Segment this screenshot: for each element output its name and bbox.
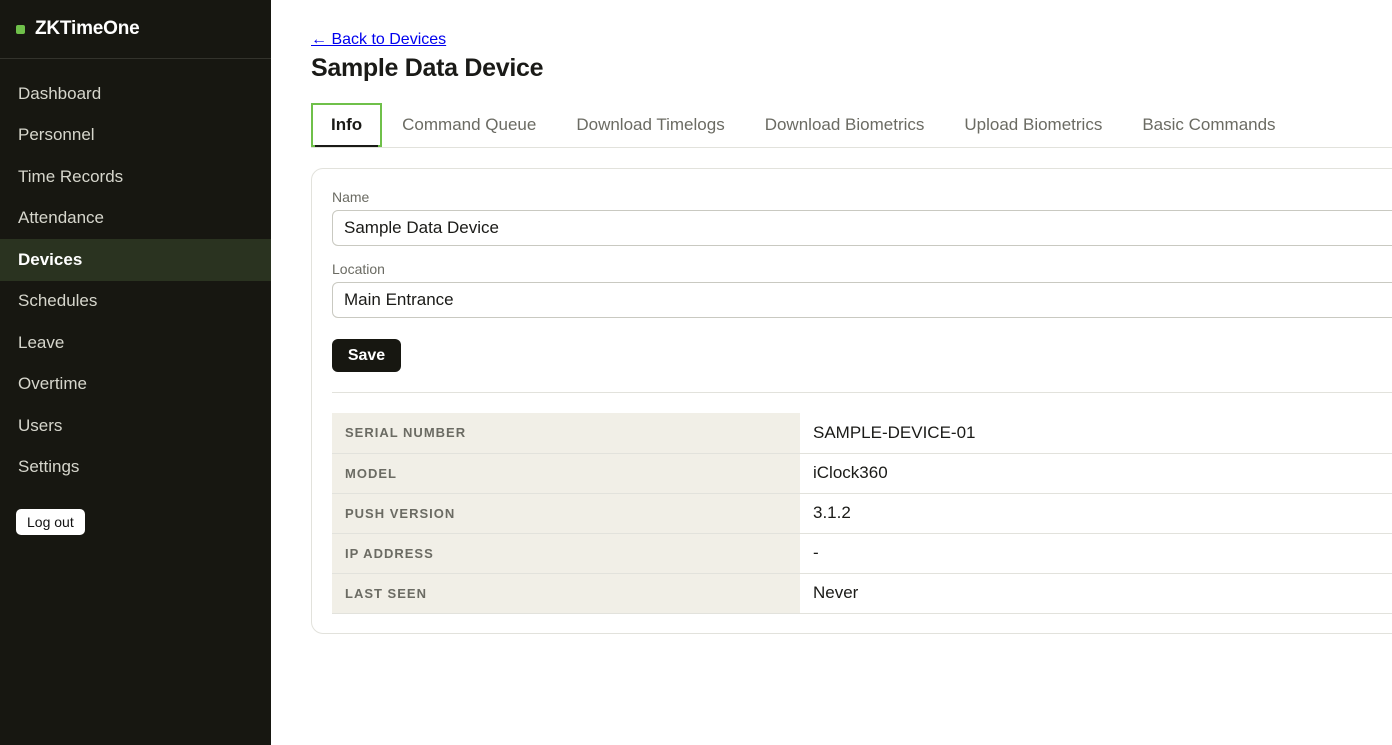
tab-info[interactable]: Info <box>311 103 383 147</box>
detail-key-ip-address: IP ADDRESS <box>332 533 800 574</box>
sidebar: ZKTimeOne Dashboard Personnel Time Recor… <box>0 0 271 745</box>
name-field-label: Name <box>332 189 370 205</box>
tab-basic-commands[interactable]: Basic Commands <box>1122 103 1295 147</box>
sidebar-item-attendance[interactable]: Attendance <box>0 198 271 240</box>
tab-download-biometrics[interactable]: Download Biometrics <box>745 103 945 147</box>
save-button[interactable]: Save <box>332 339 401 372</box>
tab-command-queue[interactable]: Command Queue <box>382 103 556 147</box>
brand-name: ZKTimeOne <box>35 18 140 39</box>
sidebar-item-overtime[interactable]: Overtime <box>0 364 271 406</box>
sidebar-item-time-records[interactable]: Time Records <box>0 156 271 198</box>
divider <box>332 392 1392 393</box>
back-to-devices-link[interactable]: ← Back to Devices <box>311 31 446 49</box>
brand: ZKTimeOne <box>0 0 271 59</box>
detail-value-ip-address: - <box>800 533 1392 574</box>
sidebar-item-settings[interactable]: Settings <box>0 447 271 489</box>
detail-value-model: iClock360 <box>800 453 1392 494</box>
detail-value-push-version: 3.1.2 <box>800 493 1392 534</box>
name-field[interactable] <box>332 210 1392 246</box>
detail-value-serial-number: SAMPLE-DEVICE-01 <box>800 413 1392 454</box>
app-root: ZKTimeOne Dashboard Personnel Time Recor… <box>0 0 1392 745</box>
table-row: LAST SEEN Never <box>332 573 1392 614</box>
detail-key-push-version: PUSH VERSION <box>332 493 800 534</box>
table-row: IP ADDRESS - <box>332 533 1392 574</box>
sidebar-item-dashboard[interactable]: Dashboard <box>0 73 271 115</box>
main-content: ← Back to Devices Sample Data Device Inf… <box>271 0 1392 745</box>
brand-dot-icon <box>16 24 25 34</box>
table-row: PUSH VERSION 3.1.2 <box>332 493 1392 534</box>
tab-download-timelogs[interactable]: Download Timelogs <box>556 103 744 147</box>
table-row: MODEL iClock360 <box>332 453 1392 494</box>
location-field[interactable] <box>332 282 1392 318</box>
device-details-table: SERIAL NUMBER SAMPLE-DEVICE-01 MODEL iCl… <box>332 413 1392 614</box>
detail-value-last-seen: Never <box>800 573 1392 614</box>
page-title: Sample Data Device <box>311 54 544 82</box>
sidebar-item-leave[interactable]: Leave <box>0 322 271 364</box>
sidebar-item-users[interactable]: Users <box>0 405 271 447</box>
sidebar-item-devices[interactable]: Devices <box>0 239 271 281</box>
tab-bar: Info Command Queue Download Timelogs Dow… <box>311 103 1392 148</box>
sidebar-item-personnel[interactable]: Personnel <box>0 115 271 157</box>
detail-key-last-seen: LAST SEEN <box>332 573 800 614</box>
tab-upload-biometrics[interactable]: Upload Biometrics <box>944 103 1122 147</box>
location-field-label: Location <box>332 261 385 277</box>
detail-key-model: MODEL <box>332 453 800 494</box>
sidebar-item-schedules[interactable]: Schedules <box>0 281 271 323</box>
sidebar-nav: Dashboard Personnel Time Records Attenda… <box>0 73 271 488</box>
device-info-card: Name Location Save SERIAL NUMBER SAMPLE-… <box>311 168 1392 634</box>
logout-button[interactable]: Log out <box>16 509 85 535</box>
table-row: SERIAL NUMBER SAMPLE-DEVICE-01 <box>332 413 1392 454</box>
detail-key-serial-number: SERIAL NUMBER <box>332 413 800 454</box>
